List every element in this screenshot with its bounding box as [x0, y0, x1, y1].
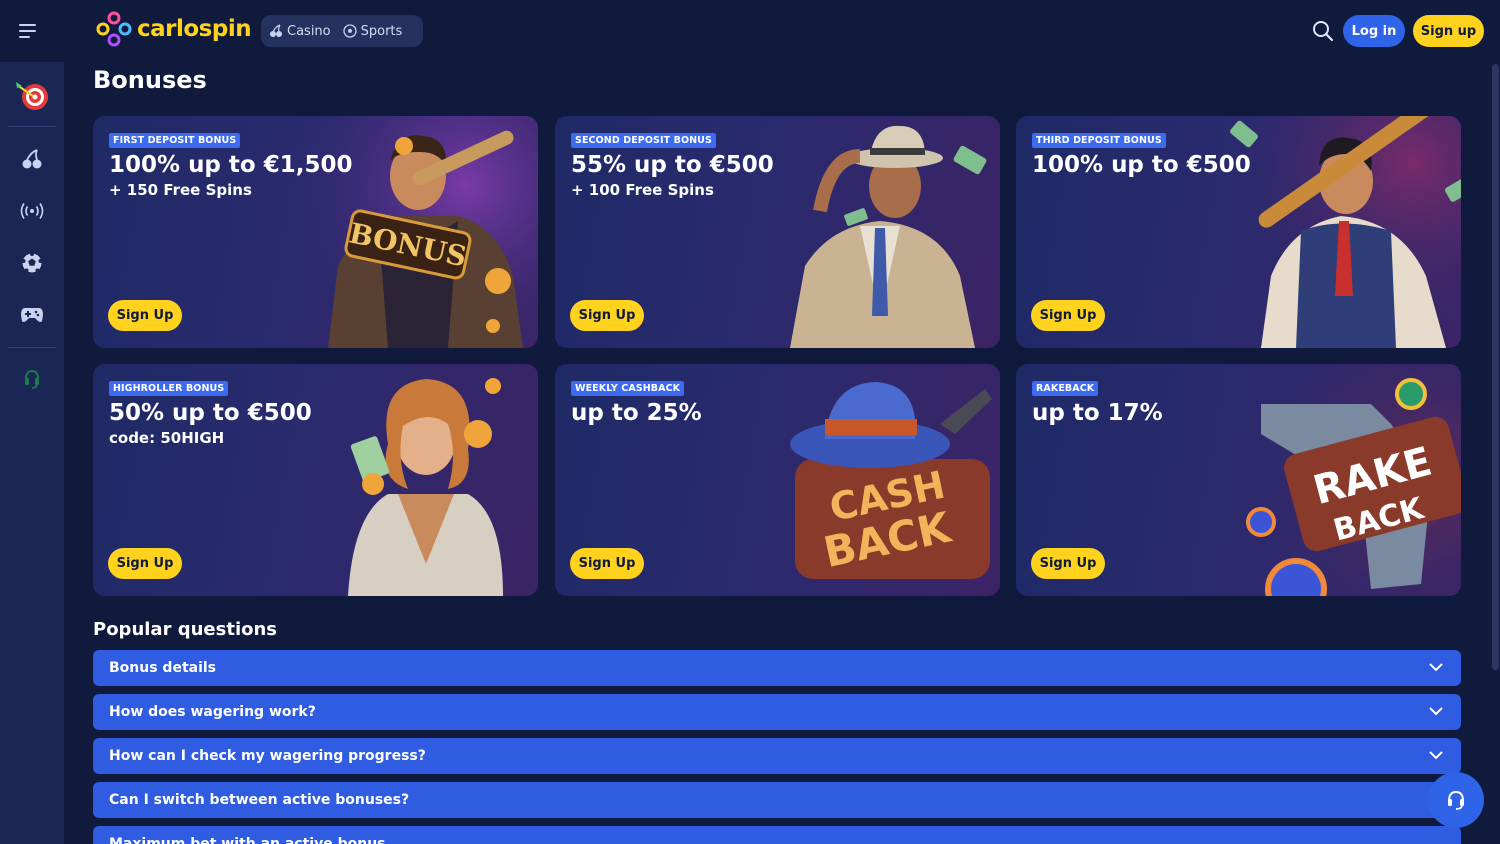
bonus-headline: up to 17%: [1032, 400, 1163, 426]
signup-button[interactable]: Sign up: [1413, 15, 1484, 47]
bonus-headline: 100% up to €500: [1032, 152, 1251, 178]
bonus-subline: + 100 Free Spins: [571, 181, 714, 199]
sign-up-button[interactable]: Sign Up: [570, 300, 644, 331]
bonus-headline: 50% up to €500: [109, 400, 312, 426]
bonus-subline: code: 50HIGH: [109, 429, 225, 447]
cherry-icon: [270, 24, 282, 37]
faq-question: Maximum bet with an active bonus: [109, 836, 386, 844]
sidebar-divider: [8, 347, 56, 348]
logo-text: carlospin: [137, 16, 252, 42]
faq-question: How does wagering work?: [109, 704, 316, 720]
bonus-badge: FIRST DEPOSIT BONUS: [109, 133, 241, 148]
bonus-headline: 55% up to €500: [571, 152, 774, 178]
sidebar-item-games[interactable]: [0, 295, 64, 335]
lady-highroller-art: [348, 378, 503, 596]
bonus-badge: RAKEBACK: [1032, 381, 1099, 396]
sidebar-item-sports[interactable]: [0, 243, 64, 283]
sports-tab[interactable]: Sports: [342, 23, 403, 39]
bonus-badge: WEEKLY CASHBACK: [571, 381, 685, 396]
soccer-ball-icon: [21, 252, 43, 273]
hamburger-menu-icon[interactable]: [18, 20, 46, 42]
cashback-hat-art: CASH BACK: [790, 382, 992, 579]
bonus-subline: + 150 Free Spins: [109, 181, 252, 199]
faq-item[interactable]: Can I switch between active bonuses?: [93, 782, 1461, 818]
fedora-gangster-art: [790, 125, 987, 348]
soccer-ball-icon: [342, 24, 357, 38]
sports-tab-label: Sports: [360, 23, 403, 39]
faq-question: Bonus details: [109, 660, 217, 676]
bat-gangster-art: [1221, 116, 1461, 348]
bonus-badge: THIRD DEPOSIT BONUS: [1032, 133, 1166, 148]
logo-icon: [96, 11, 132, 47]
bonus-card-first-deposit[interactable]: BONUS FIRST DEPOSIT BONUS 100% up to €1,…: [93, 116, 538, 348]
logo[interactable]: carlospin: [95, 10, 252, 48]
live-broadcast-icon: [20, 203, 44, 219]
casino-tab-label: Casino: [287, 23, 331, 39]
search-icon[interactable]: [1311, 19, 1335, 43]
support-headset-icon: [25, 369, 39, 389]
scrollbar[interactable]: [1492, 64, 1499, 670]
faq-title: Popular questions: [93, 619, 278, 640]
sign-up-button[interactable]: Sign Up: [1031, 300, 1105, 331]
sign-up-button[interactable]: Sign Up: [1031, 548, 1105, 579]
support-headset-icon: [1448, 790, 1464, 810]
faq-item[interactable]: How can I check my wagering progress?: [93, 738, 1461, 774]
top-bar: carlospin Casino Sports Log in Sign up: [0, 0, 1500, 62]
sidebar: [0, 62, 64, 844]
faq-item[interactable]: How does wagering work?: [93, 694, 1461, 730]
sidebar-item-support[interactable]: [0, 359, 64, 399]
bonus-headline: up to 25%: [571, 400, 702, 426]
cherry-icon: [22, 149, 42, 169]
sidebar-item-promotions[interactable]: [0, 76, 64, 116]
bonus-card-second-deposit[interactable]: SECOND DEPOSIT BONUS 55% up to €500 + 10…: [555, 116, 1000, 348]
sign-up-button[interactable]: Sign Up: [108, 548, 182, 579]
gamepad-icon: [21, 308, 43, 322]
darts-promo-icon: [16, 82, 48, 110]
bonus-card-rakeback[interactable]: RAKE BACK RAKEBACK up to 17% Sign Up: [1016, 364, 1461, 596]
chevron-down-icon: [1429, 663, 1443, 672]
casino-tab[interactable]: Casino: [269, 24, 331, 39]
gangster-bonus-art: BONUS: [298, 116, 538, 348]
sign-up-button[interactable]: Sign Up: [570, 548, 644, 579]
rakeback-revolver-art: RAKE BACK: [1221, 364, 1461, 596]
login-button[interactable]: Log in: [1343, 15, 1405, 47]
support-chat-button[interactable]: [1428, 772, 1484, 828]
bonus-card-third-deposit[interactable]: THIRD DEPOSIT BONUS 100% up to €500 Sign…: [1016, 116, 1461, 348]
bonus-headline: 100% up to €1,500: [109, 152, 353, 178]
bonus-card-weekly-cashback[interactable]: CASH BACK WEEKLY CASHBACK up to 25% Sign…: [555, 364, 1000, 596]
faq-item[interactable]: Bonus details: [93, 650, 1461, 686]
faq-question: How can I check my wagering progress?: [109, 748, 426, 764]
chevron-down-icon: [1429, 751, 1443, 760]
bonus-card-highroller[interactable]: HIGHROLLER BONUS 50% up to €500 code: 50…: [93, 364, 538, 596]
faq-question: Can I switch between active bonuses?: [109, 792, 410, 808]
bonus-badge: SECOND DEPOSIT BONUS: [571, 133, 716, 148]
sign-up-button[interactable]: Sign Up: [108, 300, 182, 331]
sidebar-item-casino[interactable]: [0, 139, 64, 179]
sidebar-divider: [8, 126, 56, 127]
bonus-badge: HIGHROLLER BONUS: [109, 381, 229, 396]
sidebar-item-live[interactable]: [0, 191, 64, 231]
chevron-down-icon: [1429, 707, 1443, 716]
casino-sports-switch: Casino Sports: [261, 15, 423, 47]
faq-item[interactable]: Maximum bet with an active bonus: [93, 826, 1461, 844]
page-title: Bonuses: [93, 66, 207, 94]
